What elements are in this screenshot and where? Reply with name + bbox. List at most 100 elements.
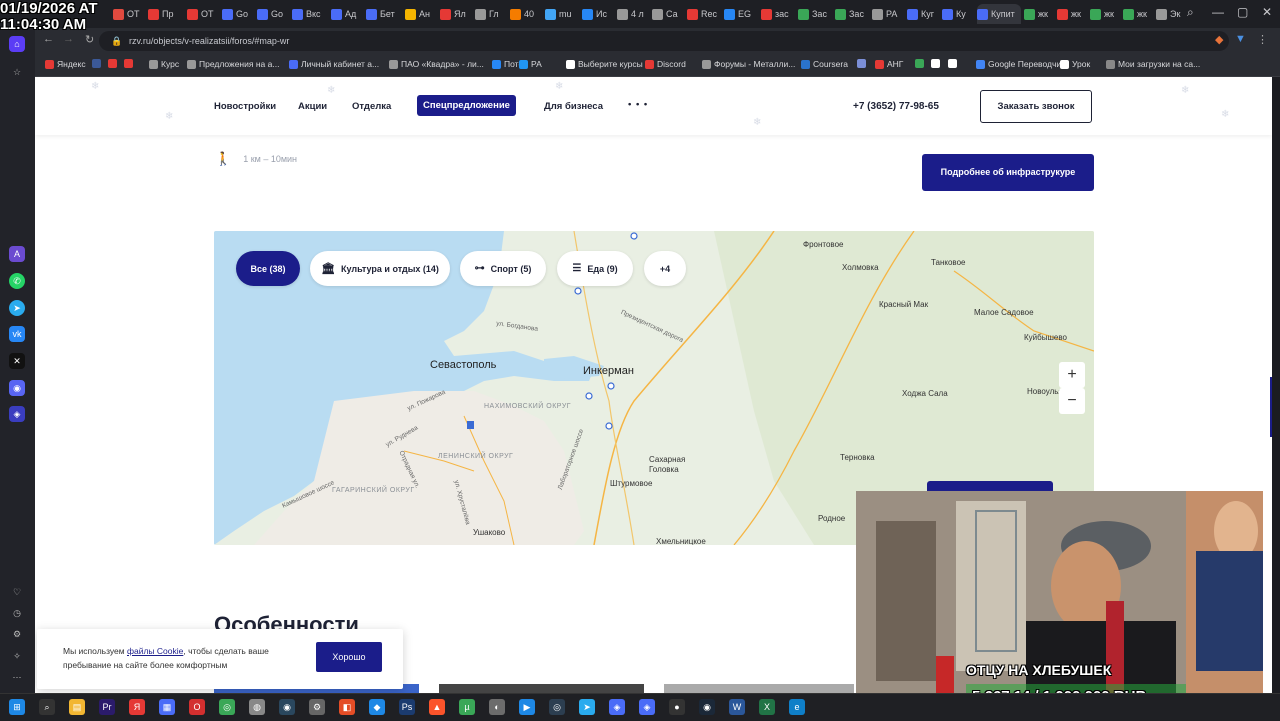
back-icon[interactable]: ←: [43, 33, 54, 45]
bookmark-item[interactable]: Предложения на а...: [187, 59, 279, 69]
bookmark-item[interactable]: Discord: [645, 59, 686, 69]
discord-icon[interactable]: ◉: [9, 380, 25, 396]
chrome-icon[interactable]: ◎: [219, 699, 235, 715]
browser-tab[interactable]: Ад: [331, 4, 363, 24]
browser-tab[interactable]: Rec: [687, 4, 721, 24]
search-icon[interactable]: ⌕: [39, 699, 55, 715]
whatsapp-icon[interactable]: ✆: [9, 273, 25, 289]
browser-tab[interactable]: Купит: [977, 4, 1021, 24]
photoshop-icon[interactable]: Ps: [399, 699, 415, 715]
bulb-icon[interactable]: ✧: [9, 648, 25, 664]
excel-icon[interactable]: X: [759, 699, 775, 715]
filter-all[interactable]: Все (38): [236, 251, 300, 286]
vscode-icon[interactable]: ◧: [339, 699, 355, 715]
nav-finishing[interactable]: Отделка: [352, 101, 391, 112]
zoom-out-button[interactable]: −: [1059, 388, 1085, 414]
maximize-icon[interactable]: ▢: [1237, 5, 1248, 19]
menu-icon[interactable]: ⋮: [1257, 33, 1268, 46]
nav-special-offer[interactable]: Спецпредложение: [417, 95, 516, 116]
app-icon[interactable]: ◍: [249, 699, 265, 715]
opera-icon[interactable]: O: [189, 699, 205, 715]
infrastructure-details-button[interactable]: Подробнее об инфраструкуре: [922, 154, 1094, 191]
zoom-in-button[interactable]: +: [1059, 362, 1085, 388]
calculator-icon[interactable]: ▦: [159, 699, 175, 715]
scrollbar-thumb[interactable]: [1270, 377, 1272, 437]
windows-start-icon[interactable]: ⊞: [9, 699, 25, 715]
cookie-accept-button[interactable]: Хорошо: [316, 642, 382, 672]
nav-promotions[interactable]: Акции: [298, 101, 327, 112]
bookmark-item[interactable]: Яндекс: [45, 59, 86, 69]
filter-sport[interactable]: ⊶ Спорт (5): [460, 251, 546, 286]
bookmark-item[interactable]: [857, 59, 869, 68]
file-explorer-icon[interactable]: ▤: [69, 699, 85, 715]
vpn-icon[interactable]: ▼: [1235, 33, 1246, 45]
bookmark-item[interactable]: ПАО «Квадра» - ли...: [389, 59, 484, 69]
bookmark-item[interactable]: Google Переводчик: [976, 59, 1065, 69]
vk-icon[interactable]: vk: [9, 326, 25, 342]
browser-tab[interactable]: Ял: [440, 4, 472, 24]
bookmark-item[interactable]: Выберите курсы: [566, 59, 643, 69]
browser-tab[interactable]: РА: [872, 4, 904, 24]
cookie-link[interactable]: файлы Cookie: [127, 646, 183, 656]
bookmark-item[interactable]: [915, 59, 927, 68]
browser-tab[interactable]: Зас: [835, 4, 869, 24]
minimize-icon[interactable]: —: [1212, 5, 1224, 19]
bookmark-item[interactable]: Форумы - Металли...: [702, 59, 795, 69]
star-icon[interactable]: ☆: [9, 64, 25, 80]
search-tabs-icon[interactable]: ⌕: [1187, 5, 1194, 20]
settings-icon[interactable]: ⚙: [9, 626, 25, 642]
word-icon[interactable]: W: [729, 699, 745, 715]
browser-tab[interactable]: Зас: [798, 4, 832, 24]
bookmark-item[interactable]: Coursera: [801, 59, 848, 69]
steam2-icon[interactable]: ◉: [699, 699, 715, 715]
home-icon[interactable]: ⌂: [9, 36, 25, 52]
history-icon[interactable]: ◷: [9, 605, 25, 621]
bookmark-item[interactable]: РА: [519, 59, 542, 69]
app-icon[interactable]: ◎: [549, 699, 565, 715]
browser-tab[interactable]: жк: [1123, 4, 1153, 24]
browser-tab[interactable]: Go: [257, 4, 289, 24]
bookmark-item[interactable]: [124, 59, 136, 68]
browser-tab[interactable]: 40: [510, 4, 542, 24]
feature-card[interactable]: [664, 684, 854, 693]
telegram-icon[interactable]: ➤: [9, 300, 25, 316]
browser-tab[interactable]: жк: [1024, 4, 1054, 24]
bookmark-item[interactable]: Мои загрузки на са...: [1106, 59, 1200, 69]
obs-icon[interactable]: ●: [669, 699, 685, 715]
premiere-icon[interactable]: Pr: [99, 699, 115, 715]
heart-icon[interactable]: ♡: [9, 584, 25, 600]
browser-tab[interactable]: Са: [652, 4, 684, 24]
bookmark-item[interactable]: АНГ: [875, 59, 903, 69]
bookmark-item[interactable]: [108, 59, 120, 68]
nav-more-icon[interactable]: • • •: [628, 99, 648, 110]
app-icon[interactable]: ◈: [639, 699, 655, 715]
browser-tab[interactable]: Пр: [148, 4, 184, 24]
app-icon[interactable]: ◆: [369, 699, 385, 715]
settings-taskbar-icon[interactable]: ⚙: [309, 699, 325, 715]
more-icon[interactable]: ⋯: [9, 669, 25, 685]
browser-tab[interactable]: Куг: [907, 4, 939, 24]
browser-tab[interactable]: 4 л: [617, 4, 649, 24]
nav-new-buildings[interactable]: Новостройки: [214, 101, 276, 112]
url-bar[interactable]: 🔒 rzv.ru/objects/v-realizatsii/foros/#ma…: [99, 31, 1229, 51]
filter-more[interactable]: +4: [644, 251, 686, 286]
browser-tab[interactable]: Ан: [405, 4, 437, 24]
browser-tab[interactable]: жк: [1090, 4, 1120, 24]
bookmark-item[interactable]: [948, 59, 960, 68]
browser-tab[interactable]: зас: [761, 4, 795, 24]
close-icon[interactable]: ✕: [1262, 5, 1272, 19]
feature-card[interactable]: [439, 684, 644, 693]
reload-icon[interactable]: ↻: [85, 33, 94, 46]
browser-tab[interactable]: жк: [1057, 4, 1087, 24]
yandex-browser-icon[interactable]: Я: [129, 699, 145, 715]
bookmark-item[interactable]: Личный кабинет а...: [289, 59, 379, 69]
browser-tab[interactable]: Гл: [475, 4, 507, 24]
request-call-button[interactable]: Заказать звонок: [980, 90, 1092, 123]
filter-culture[interactable]: 🏛 Культура и отдых (14): [310, 251, 450, 286]
browser-tab[interactable]: Бет: [366, 4, 402, 24]
edge-icon[interactable]: e: [789, 699, 805, 715]
extension-icon[interactable]: ◆: [1215, 33, 1223, 46]
browser-tab[interactable]: EG: [724, 4, 758, 24]
bookmark-item[interactable]: Курс: [149, 59, 179, 69]
bookmark-item[interactable]: [931, 59, 943, 68]
